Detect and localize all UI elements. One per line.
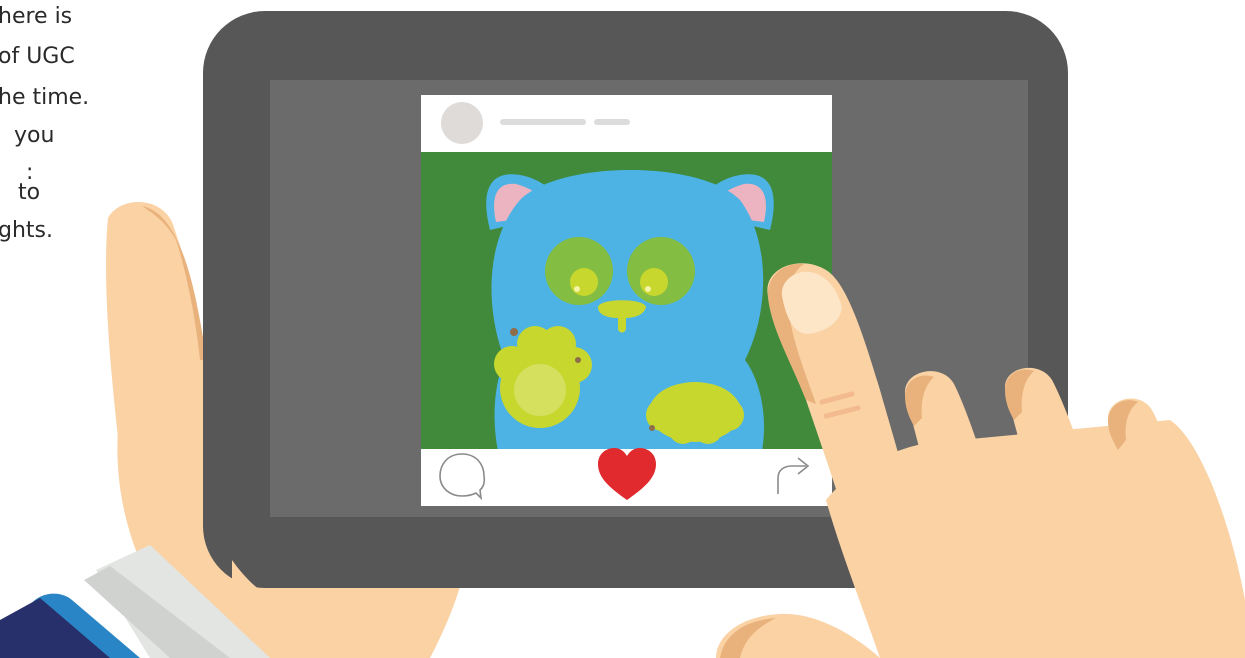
illustration: [0, 11, 1245, 658]
username-placeholder: [500, 119, 586, 125]
avatar[interactable]: [441, 102, 483, 144]
creature-illustration: [486, 170, 774, 449]
username-placeholder-2: [594, 119, 630, 125]
